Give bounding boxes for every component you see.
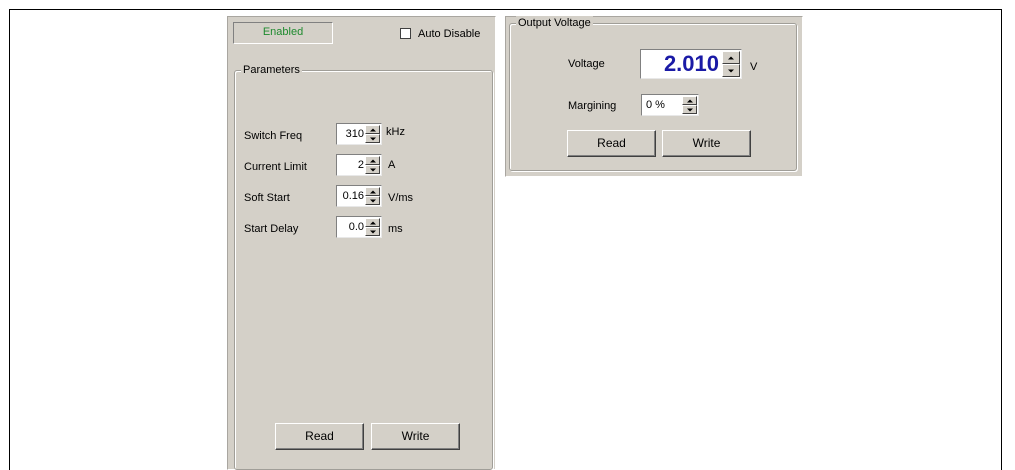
switch-freq-unit: kHz [386, 126, 405, 138]
spin-up-arrow-icon[interactable] [365, 187, 380, 196]
soft-start-spinner[interactable]: 0.16 [336, 185, 382, 207]
margining-label: Margining [568, 100, 617, 112]
soft-start-unit: V/ms [388, 192, 414, 204]
output-voltage-panel: Output Voltage Voltage 2.010 V Margining… [505, 16, 803, 177]
auto-disable-checkbox[interactable] [400, 28, 411, 39]
parameters-write-button[interactable]: Write [371, 423, 460, 450]
spin-down-arrow-icon[interactable] [365, 227, 380, 236]
spin-down-arrow-icon[interactable] [365, 196, 380, 205]
current-limit-label: Current Limit [244, 161, 307, 173]
output-voltage-write-button[interactable]: Write [662, 130, 751, 157]
voltage-unit: V [750, 61, 758, 73]
soft-start-label: Soft Start [244, 192, 290, 204]
margining-spinner[interactable]: 0 % [641, 94, 699, 116]
parameters-read-button[interactable]: Read [275, 423, 364, 450]
spin-up-arrow-icon[interactable] [365, 156, 380, 165]
current-limit-unit: A [388, 159, 396, 171]
margining-value: 0 % [646, 99, 665, 111]
voltage-label: Voltage [568, 58, 605, 70]
soft-start-value: 0.16 [342, 190, 364, 202]
spin-up-arrow-icon[interactable] [365, 125, 380, 134]
parameters-title: Parameters [241, 63, 302, 77]
start-delay-value: 0.0 [348, 221, 364, 233]
output-voltage-title: Output Voltage [516, 16, 593, 30]
start-delay-spinner[interactable]: 0.0 [336, 216, 382, 238]
spin-down-arrow-icon[interactable] [365, 134, 380, 143]
spin-down-arrow-icon[interactable] [722, 64, 740, 77]
spin-up-arrow-icon[interactable] [365, 218, 380, 227]
current-limit-value: 2 [357, 159, 364, 171]
start-delay-unit: ms [388, 223, 403, 235]
current-limit-spinner[interactable]: 2 [336, 154, 382, 176]
spin-down-arrow-icon[interactable] [365, 165, 380, 174]
spin-down-arrow-icon[interactable] [682, 105, 697, 114]
start-delay-label: Start Delay [244, 223, 299, 235]
status-indicator: Enabled [233, 22, 333, 44]
voltage-spinner[interactable]: 2.010 [640, 49, 742, 79]
auto-disable-label: Auto Disable [418, 28, 481, 40]
switch-freq-label: Switch Freq [244, 130, 303, 142]
parameters-panel: Enabled Auto Disable Parameters Switch F… [227, 16, 496, 470]
switch-freq-spinner[interactable]: 310 [336, 123, 382, 145]
voltage-value: 2.010 [663, 51, 719, 76]
spin-up-arrow-icon[interactable] [682, 96, 697, 105]
output-voltage-read-button[interactable]: Read [567, 130, 656, 157]
spin-up-arrow-icon[interactable] [722, 51, 740, 64]
switch-freq-value: 310 [345, 128, 364, 140]
